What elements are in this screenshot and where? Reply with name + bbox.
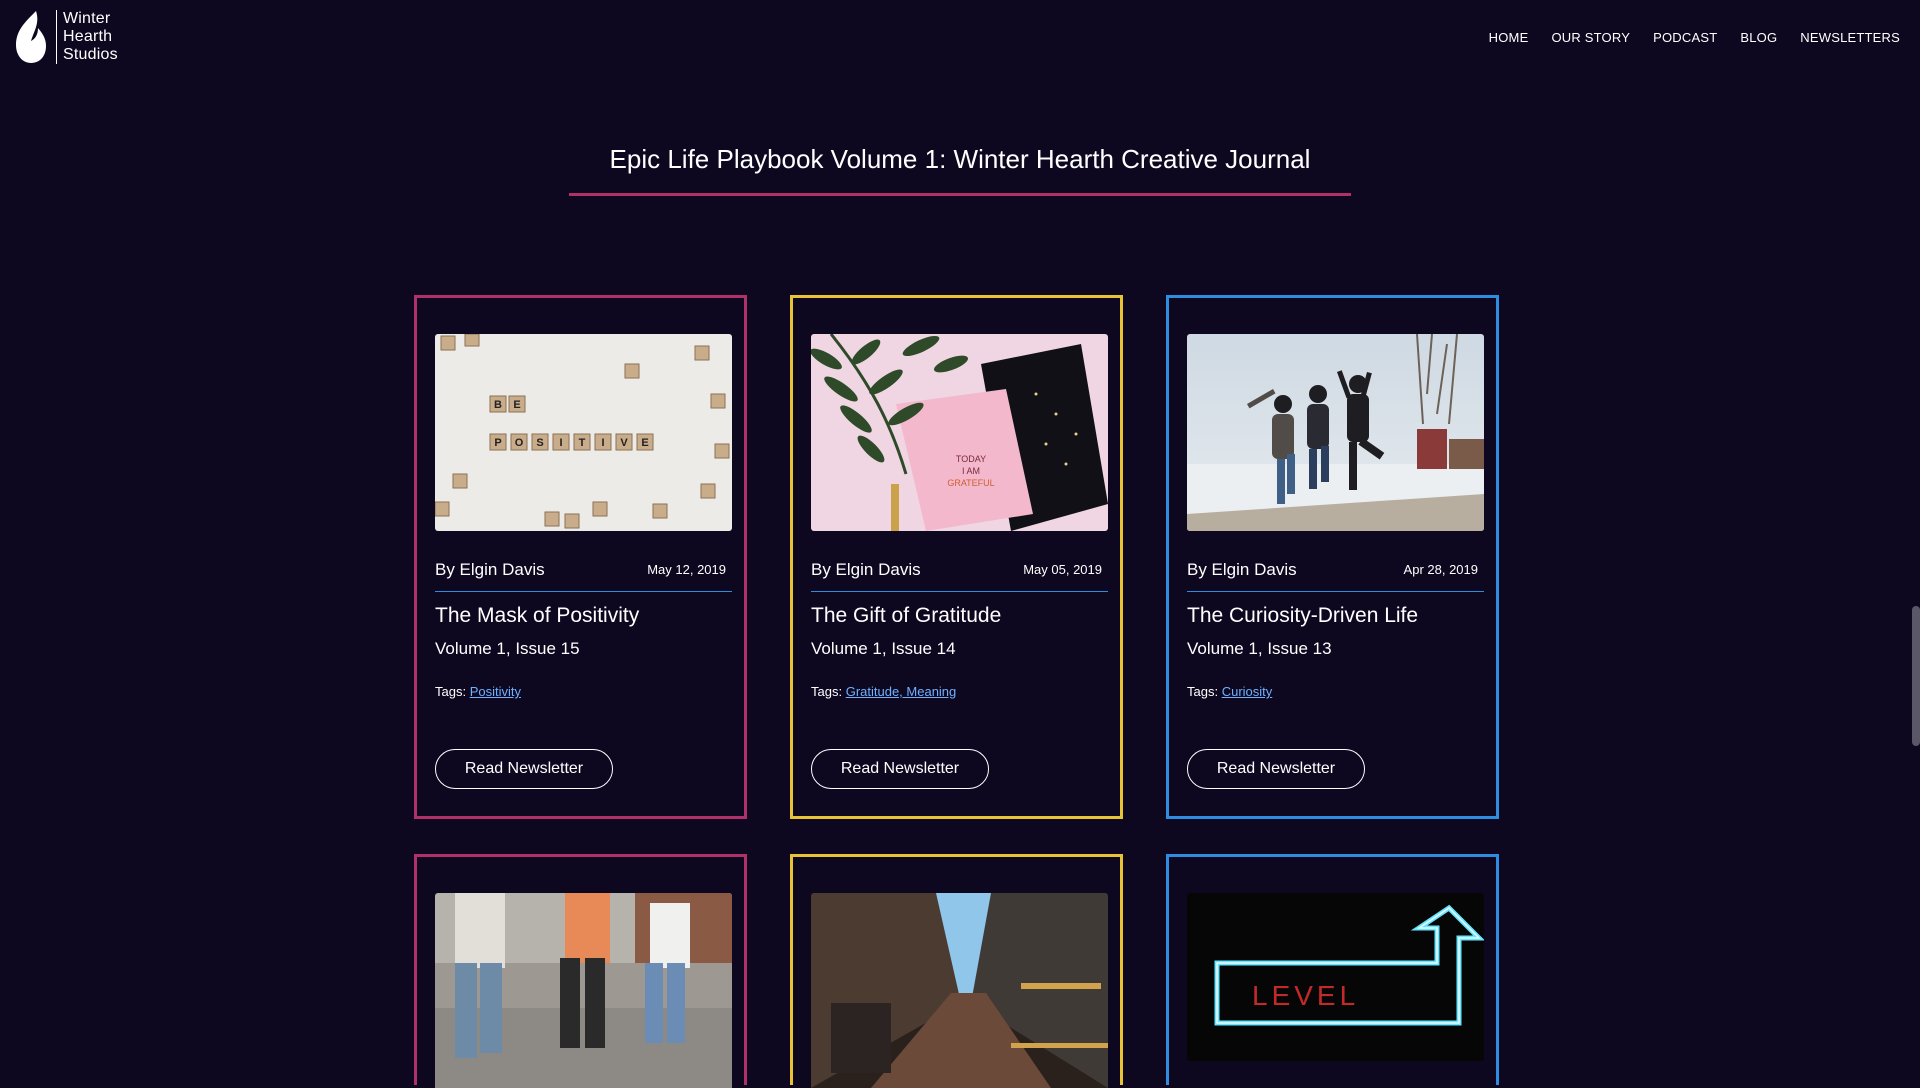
card-issue: Volume 1, Issue 14 [811,639,956,658]
tag-link[interactable]: Curiosity [1222,684,1273,699]
newsletter-card [790,854,1123,1088]
card-image-scrabble[interactable]: BE POS ITI VE [435,334,732,531]
nav-newsletters[interactable]: NEWSLETTERS [1800,30,1900,45]
svg-text:O: O [515,437,524,449]
svg-text:I AM: I AM [962,466,980,476]
svg-text:I: I [601,437,604,449]
card-tags: Tags: Curiosity [1187,684,1272,699]
tag-link[interactable]: Positivity [470,684,521,699]
logo-divider [56,10,57,64]
card-author: By Elgin Davis [811,560,921,579]
svg-text:V: V [620,437,628,449]
card-tags: Tags: Gratitude, Meaning [811,684,956,699]
page-scrollbar[interactable] [1912,606,1920,746]
nav-podcast[interactable]: PODCAST [1653,30,1717,45]
title-underline [569,193,1351,196]
card-divider [1187,591,1484,592]
card-author: By Elgin Davis [1187,560,1297,579]
tags-label: Tags: [1187,684,1219,699]
card-issue: Volume 1, Issue 13 [1187,639,1332,658]
newsletter-card: TODAY I AM GRATEFUL By Elgin Davis May 0… [790,295,1123,819]
card-date: Apr 28, 2019 [1403,562,1478,577]
brand-name: Winter Hearth Studios [63,10,118,64]
svg-text:P: P [494,437,501,449]
brand-line-1: Winter [63,10,111,27]
card-title[interactable]: The Curiosity-Driven Life [1187,604,1418,628]
card-issue: Volume 1, Issue 15 [435,639,580,658]
card-author: By Elgin Davis [435,560,545,579]
svg-text:GRATEFUL: GRATEFUL [947,478,994,488]
tag-link[interactable]: Gratitude, Meaning [846,684,957,699]
read-newsletter-button[interactable]: Read Newsletter [1187,749,1365,789]
card-title[interactable]: The Gift of Gratitude [811,604,1001,628]
svg-text:I: I [559,437,562,449]
read-newsletter-button[interactable]: Read Newsletter [811,749,989,789]
card-title[interactable]: The Mask of Positivity [435,604,639,628]
newsletter-card [414,854,747,1088]
card-image-neon-sign[interactable]: LEVEL [1187,893,1484,1061]
svg-text:S: S [536,437,543,449]
neon-text: LEVEL [1252,980,1359,1011]
card-tags: Tags: Positivity [435,684,521,699]
card-date: May 05, 2019 [1023,562,1102,577]
nav-home[interactable]: HOME [1489,30,1529,45]
brand-line-2: Hearth [63,28,113,45]
nav-our-story[interactable]: OUR STORY [1551,30,1630,45]
svg-text:B: B [494,399,502,411]
svg-text:E: E [513,399,520,411]
brand-logo[interactable]: Winter Hearth Studios [14,10,118,64]
card-image-jumping[interactable] [1187,334,1484,531]
card-divider [811,591,1108,592]
flame-icon [16,11,46,63]
svg-text:T: T [579,437,586,449]
card-divider [435,591,732,592]
main-nav: HOME OUR STORY PODCAST BLOG NEWSLETTERS [1489,30,1900,45]
card-image-gratitude[interactable]: TODAY I AM GRATEFUL [811,334,1108,531]
nav-blog[interactable]: BLOG [1740,30,1777,45]
tags-label: Tags: [811,684,843,699]
newsletter-card: BE POS ITI VE By Elgin Davis May 12, 201… [414,295,747,819]
brand-line-3: Studios [63,46,118,63]
card-date: May 12, 2019 [647,562,726,577]
card-image-people-sitting[interactable] [435,893,732,1088]
svg-text:E: E [641,437,648,449]
card-image-city-street[interactable] [811,893,1108,1088]
newsletter-card: LEVEL [1166,854,1499,1085]
svg-text:TODAY: TODAY [956,454,986,464]
newsletter-card: By Elgin Davis Apr 28, 2019 The Curiosit… [1166,295,1499,819]
tags-label: Tags: [435,684,467,699]
read-newsletter-button[interactable]: Read Newsletter [435,749,613,789]
page-title: Epic Life Playbook Volume 1: Winter Hear… [609,144,1311,174]
